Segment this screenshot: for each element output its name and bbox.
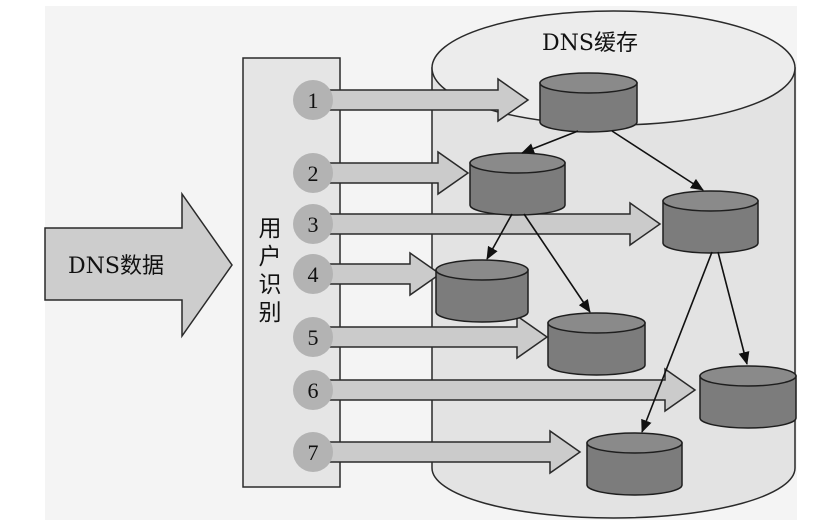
cache-node-4-top: [435, 259, 529, 281]
cache-label: DNS缓存: [542, 31, 638, 56]
cache-node-2: [469, 152, 566, 216]
cache-node-3: [662, 190, 759, 254]
cache-node-4: [435, 259, 529, 323]
cache-node-7-top: [586, 432, 683, 454]
cache-node-5: [547, 312, 646, 376]
cache-node-7: [586, 432, 683, 496]
diagram-canvas: DNS缓存 DNS数据 1 2 3 4 5 6 7: [44, 6, 797, 520]
cache-node-1: [539, 72, 638, 133]
step-number-1: 1: [308, 88, 319, 113]
cache-node-2-top: [469, 152, 566, 174]
dns-cache-diagram: DNS缓存 DNS数据 1 2 3 4 5 6 7 用户识别: [0, 0, 836, 524]
step-number-7: 7: [308, 440, 319, 465]
cache-node-6-top: [699, 365, 797, 387]
step-number-5: 5: [308, 325, 319, 350]
step-number-4: 4: [308, 262, 319, 287]
step-number-6: 6: [308, 378, 319, 403]
cache-node-3-top: [662, 190, 759, 212]
identifier-label: 用户识别: [254, 216, 280, 328]
cache-node-6: [699, 365, 797, 429]
source-label: DNS数据: [68, 254, 164, 279]
cache-node-5-top: [547, 312, 646, 334]
cache-node-1-top: [539, 72, 638, 94]
step-number-2: 2: [308, 161, 319, 186]
step-number-3: 3: [308, 212, 319, 237]
